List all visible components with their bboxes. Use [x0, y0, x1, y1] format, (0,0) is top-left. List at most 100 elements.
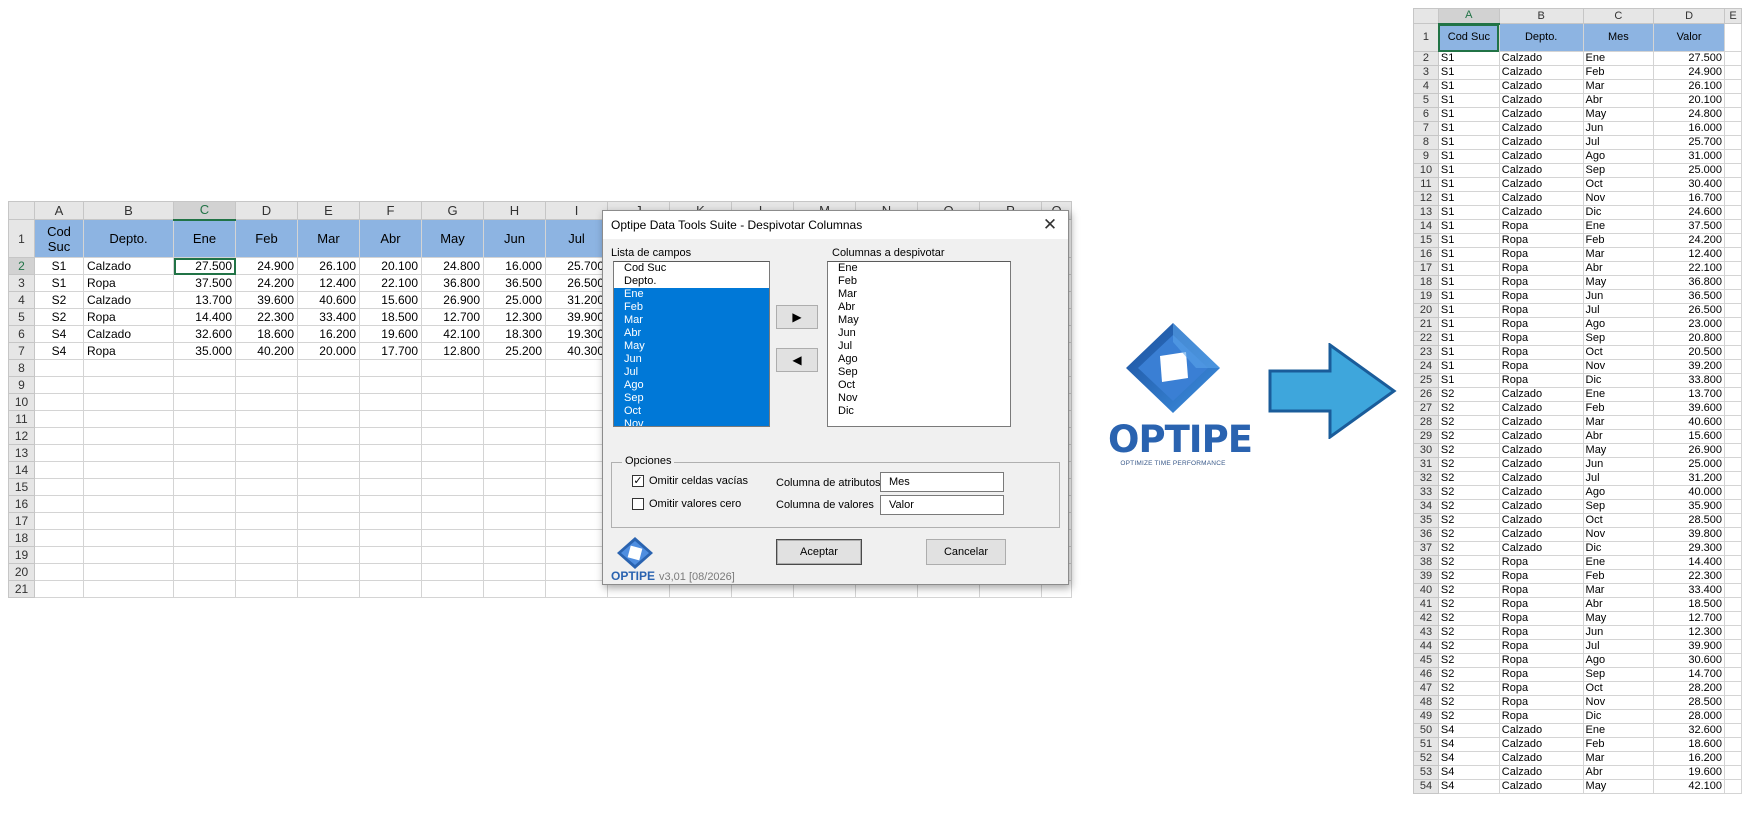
cell[interactable]: 25.000	[1653, 163, 1725, 178]
cell[interactable]: Dic	[1582, 205, 1655, 220]
cell[interactable]: 37.500	[173, 274, 236, 292]
cell[interactable]: Calzado	[83, 291, 174, 309]
cell[interactable]: Calzado	[1498, 527, 1584, 542]
cell[interactable]: Calzado	[1498, 429, 1584, 444]
cell[interactable]	[297, 512, 360, 530]
cell[interactable]: Mar	[1582, 751, 1655, 766]
cell[interactable]: 40.300	[545, 342, 608, 360]
cell[interactable]: Calzado	[1498, 485, 1584, 500]
cell[interactable]	[483, 546, 546, 564]
cell[interactable]: S1	[1437, 107, 1500, 122]
cell[interactable]	[545, 512, 608, 530]
cell[interactable]	[545, 580, 608, 598]
cell[interactable]: Oct	[1582, 513, 1655, 528]
cell[interactable]: Cod Suc	[34, 219, 84, 258]
cell[interactable]	[421, 512, 484, 530]
cell[interactable]	[483, 461, 546, 479]
cell[interactable]: Feb	[1582, 233, 1655, 248]
cell[interactable]	[421, 444, 484, 462]
column-header-d[interactable]: D	[1653, 8, 1725, 24]
cell[interactable]	[1723, 541, 1742, 556]
row-header[interactable]: 53	[1413, 765, 1439, 780]
cell[interactable]: Jul	[1582, 135, 1655, 150]
cell[interactable]: 39.600	[235, 291, 298, 309]
cell[interactable]	[235, 580, 298, 598]
field-list[interactable]: Cod Suc Depto. Ene Feb Mar Abr May Jun Jul Ago Sep…	[613, 261, 770, 427]
cell[interactable]	[297, 461, 360, 479]
row-header[interactable]: 4	[1413, 79, 1439, 94]
cell[interactable]: Ene	[1582, 387, 1655, 402]
cell[interactable]: Calzado	[1498, 79, 1584, 94]
cell[interactable]: 27.500	[1653, 51, 1725, 66]
cell[interactable]	[297, 495, 360, 513]
cell[interactable]: 25.700	[545, 257, 608, 275]
cell[interactable]: S2	[1437, 555, 1500, 570]
cell[interactable]	[34, 495, 84, 513]
cancel-button[interactable]: Cancelar	[926, 539, 1006, 565]
cell[interactable]	[1723, 93, 1742, 108]
cell[interactable]: Calzado	[1498, 457, 1584, 472]
cell[interactable]: Sep	[1582, 331, 1655, 346]
cell[interactable]	[1723, 583, 1742, 598]
cell[interactable]: S2	[1437, 485, 1500, 500]
cell[interactable]: Oct	[1582, 345, 1655, 360]
cell[interactable]	[297, 580, 360, 598]
cell[interactable]: 26.500	[1653, 303, 1725, 318]
cell[interactable]	[34, 410, 84, 428]
row-header[interactable]: 12	[1413, 191, 1439, 206]
cell[interactable]	[1723, 429, 1742, 444]
cell[interactable]: S1	[1437, 219, 1500, 234]
cell[interactable]: Calzado	[83, 325, 174, 343]
cell[interactable]: S1	[1437, 163, 1500, 178]
cell[interactable]	[421, 529, 484, 547]
header-cell[interactable]: Valor	[1653, 23, 1725, 52]
cell[interactable]: Nov	[1582, 695, 1655, 710]
cell[interactable]: Calzado	[1498, 765, 1584, 780]
cell[interactable]: 25.200	[483, 342, 546, 360]
cell[interactable]	[297, 563, 360, 581]
header-cell[interactable]: Depto.	[1498, 23, 1584, 52]
cell[interactable]: 30.400	[1653, 177, 1725, 192]
cell[interactable]: 42.100	[1653, 779, 1725, 794]
cell[interactable]	[483, 512, 546, 530]
cell[interactable]: S1	[1437, 135, 1500, 150]
cell[interactable]: Jul	[545, 219, 608, 258]
row-header[interactable]: 52	[1413, 751, 1439, 766]
cell[interactable]	[83, 563, 174, 581]
cell[interactable]: 24.800	[1653, 107, 1725, 122]
cell[interactable]: S1	[1437, 177, 1500, 192]
cell[interactable]: Ropa	[1498, 555, 1584, 570]
cell[interactable]: S1	[1437, 233, 1500, 248]
cell[interactable]: Ene	[1582, 555, 1655, 570]
cell[interactable]	[1723, 513, 1742, 528]
cell[interactable]: S2	[1437, 443, 1500, 458]
cell[interactable]: Ropa	[1498, 247, 1584, 262]
cell[interactable]: 28.500	[1653, 695, 1725, 710]
column-header-e[interactable]: E	[1723, 8, 1742, 24]
cell[interactable]: 39.900	[545, 308, 608, 326]
cell[interactable]	[545, 393, 608, 411]
cell[interactable]	[1723, 695, 1742, 710]
cell[interactable]	[34, 546, 84, 564]
cell[interactable]: S2	[1437, 541, 1500, 556]
cell[interactable]: Jun	[1582, 289, 1655, 304]
row-header[interactable]: 4	[8, 291, 35, 309]
cell[interactable]: 23.000	[1653, 317, 1725, 332]
cell[interactable]	[421, 461, 484, 479]
cell[interactable]: 33.800	[1653, 373, 1725, 388]
cell[interactable]	[545, 359, 608, 377]
cell[interactable]	[359, 376, 422, 394]
cell[interactable]: S2	[1437, 653, 1500, 668]
cell[interactable]	[545, 461, 608, 479]
cell[interactable]: 39.200	[1653, 359, 1725, 374]
list-item[interactable]: Abr	[614, 327, 769, 340]
row-header[interactable]: 39	[1413, 569, 1439, 584]
row-header[interactable]: 37	[1413, 541, 1439, 556]
cell[interactable]: S2	[1437, 429, 1500, 444]
row-header[interactable]: 6	[1413, 107, 1439, 122]
cell[interactable]: Ropa	[1498, 373, 1584, 388]
cell[interactable]: 36.800	[421, 274, 484, 292]
cell[interactable]: Calzado	[1498, 779, 1584, 794]
cell[interactable]: Calzado	[1498, 51, 1584, 66]
cell[interactable]	[1723, 597, 1742, 612]
